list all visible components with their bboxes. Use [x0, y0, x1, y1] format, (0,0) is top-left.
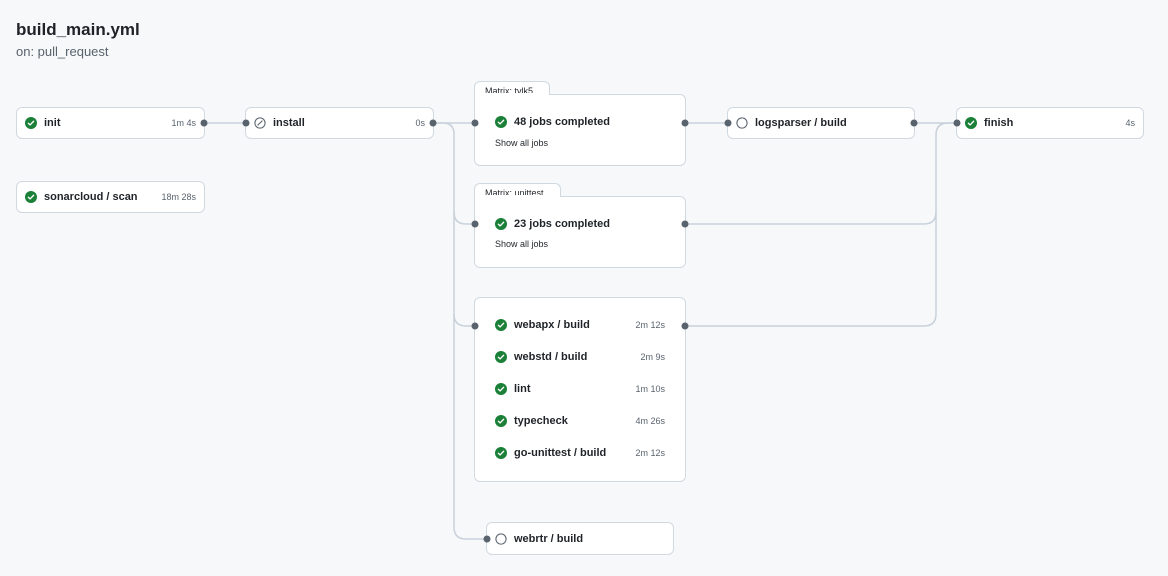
success-check-icon — [965, 117, 977, 129]
job-name: install — [273, 117, 305, 129]
connector-dot — [429, 119, 437, 127]
job-group: webapx / build 2m 12s webstd / build 2m … — [474, 297, 686, 482]
connector-dot — [681, 220, 689, 228]
connector-dot — [681, 322, 689, 330]
job-duration: 2m 12s — [635, 320, 665, 330]
connector-dot — [953, 119, 961, 127]
job-name: webapx / build — [514, 319, 590, 331]
job-duration: 4s — [1125, 118, 1135, 128]
success-check-icon — [495, 319, 507, 331]
matrix-unittest[interactable]: 23 jobs completed Show all jobs — [474, 196, 686, 268]
pending-circle-icon — [736, 117, 748, 129]
connector-dot — [724, 119, 732, 127]
edge-install-group — [453, 212, 475, 327]
job-duration: 1m 4s — [171, 118, 196, 128]
matrix-summary-text: 48 jobs completed — [514, 116, 610, 128]
job-webapx-build[interactable]: webapx / build 2m 12s — [495, 319, 665, 331]
success-check-icon — [495, 351, 507, 363]
connector-dot — [483, 535, 491, 543]
job-webrtr-build[interactable]: webrtr / build — [486, 522, 674, 555]
job-name: sonarcloud / scan — [44, 191, 138, 203]
success-check-icon — [495, 383, 507, 395]
job-webstd-build[interactable]: webstd / build 2m 9s — [495, 351, 665, 363]
job-name: webrtr / build — [514, 532, 584, 545]
matrix-tvlk5[interactable]: 48 jobs completed Show all jobs — [474, 94, 686, 166]
connector-dot — [471, 220, 479, 228]
edge-group-finish — [685, 212, 937, 327]
connector-dot — [910, 119, 918, 127]
connector-dot — [681, 119, 689, 127]
job-init[interactable]: init 1m 4s — [16, 107, 205, 139]
connector-dot — [200, 119, 208, 127]
show-all-jobs-link[interactable]: Show all jobs — [495, 239, 548, 249]
job-install[interactable]: install 0s — [245, 107, 434, 139]
matrix-tvlk5-summary[interactable]: 48 jobs completed — [495, 116, 665, 128]
success-check-icon — [495, 447, 507, 459]
job-logsparser-build[interactable]: logsparser / build — [727, 107, 915, 139]
job-duration: 2m 9s — [640, 352, 665, 362]
job-name: go-unittest / build — [514, 447, 607, 459]
success-check-icon — [25, 191, 37, 203]
success-check-icon — [495, 116, 507, 128]
job-duration: 1m 10s — [635, 384, 665, 394]
pending-circle-icon — [495, 532, 507, 545]
job-name: finish — [984, 117, 1014, 129]
job-lint[interactable]: lint 1m 10s — [495, 383, 665, 395]
success-check-icon — [25, 117, 37, 129]
connector-dot — [242, 119, 250, 127]
matrix-summary-text: 23 jobs completed — [514, 218, 610, 230]
job-duration: 2m 12s — [635, 448, 665, 458]
job-finish[interactable]: finish 4s — [956, 107, 1144, 139]
job-name: logsparser / build — [755, 117, 847, 129]
connector-dot — [471, 119, 479, 127]
job-typecheck[interactable]: typecheck 4m 26s — [495, 415, 665, 427]
skipped-icon — [254, 117, 266, 129]
job-go-unittest-build[interactable]: go-unittest / build 2m 12s — [495, 447, 665, 459]
dependency-edges — [204, 122, 957, 540]
job-duration: 4m 26s — [635, 416, 665, 426]
connector-dot — [471, 322, 479, 330]
job-name: init — [44, 117, 61, 129]
matrix-unittest-summary[interactable]: 23 jobs completed — [495, 218, 665, 230]
job-name: typecheck — [514, 415, 568, 427]
job-duration: 18m 28s — [161, 192, 196, 202]
edge-install-unittest — [433, 122, 475, 225]
success-check-icon — [495, 415, 507, 427]
success-check-icon — [495, 218, 507, 230]
job-duration: 0s — [415, 118, 425, 128]
job-sonarcloud-scan[interactable]: sonarcloud / scan 18m 28s — [16, 181, 205, 213]
job-name: lint — [514, 383, 531, 395]
job-name: webstd / build — [514, 351, 588, 363]
show-all-jobs-link[interactable]: Show all jobs — [495, 138, 548, 148]
